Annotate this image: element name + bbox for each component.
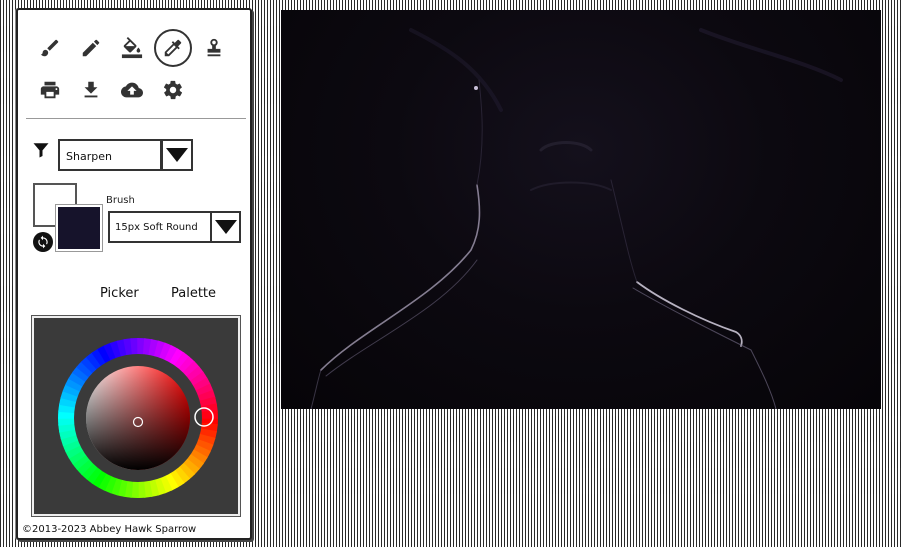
swap-colors-icon[interactable] <box>33 232 53 252</box>
pencil-icon[interactable] <box>79 36 103 60</box>
fill-bucket-icon[interactable] <box>120 36 144 60</box>
color-wheel[interactable] <box>34 318 238 514</box>
filter-dropdown-button[interactable] <box>161 139 193 171</box>
settings-gear-icon[interactable] <box>161 78 185 102</box>
chevron-down-icon <box>214 220 237 234</box>
tool-row-drawing <box>38 29 226 67</box>
download-icon[interactable] <box>79 78 103 102</box>
color-picker <box>31 315 241 517</box>
paintbrush-icon[interactable] <box>38 36 62 60</box>
tab-picker[interactable]: Picker <box>100 286 139 301</box>
brush-dropdown-button[interactable] <box>210 211 241 243</box>
divider <box>26 118 246 119</box>
stamp-icon[interactable] <box>202 36 226 60</box>
filtered-image <box>310 28 843 409</box>
image-canvas[interactable] <box>281 10 881 409</box>
filter-select[interactable]: Sharpen <box>58 139 162 171</box>
tab-palette[interactable]: Palette <box>171 286 216 301</box>
cloud-upload-icon[interactable] <box>120 78 144 102</box>
filter-icon <box>33 143 49 158</box>
brush-select[interactable]: 15px Soft Round <box>108 211 212 243</box>
chevron-down-icon <box>166 148 188 162</box>
tool-row-file <box>38 78 185 102</box>
eyedropper-icon[interactable] <box>154 29 192 67</box>
foreground-color-swatch[interactable] <box>55 204 103 252</box>
print-icon[interactable] <box>38 78 62 102</box>
tool-panel: Sharpen Brush 15px Soft Round Picker Pal… <box>16 8 252 540</box>
copyright-text: ©2013-2023 Abbey Hawk Sparrow <box>22 524 197 535</box>
brush-label: Brush <box>106 195 135 206</box>
